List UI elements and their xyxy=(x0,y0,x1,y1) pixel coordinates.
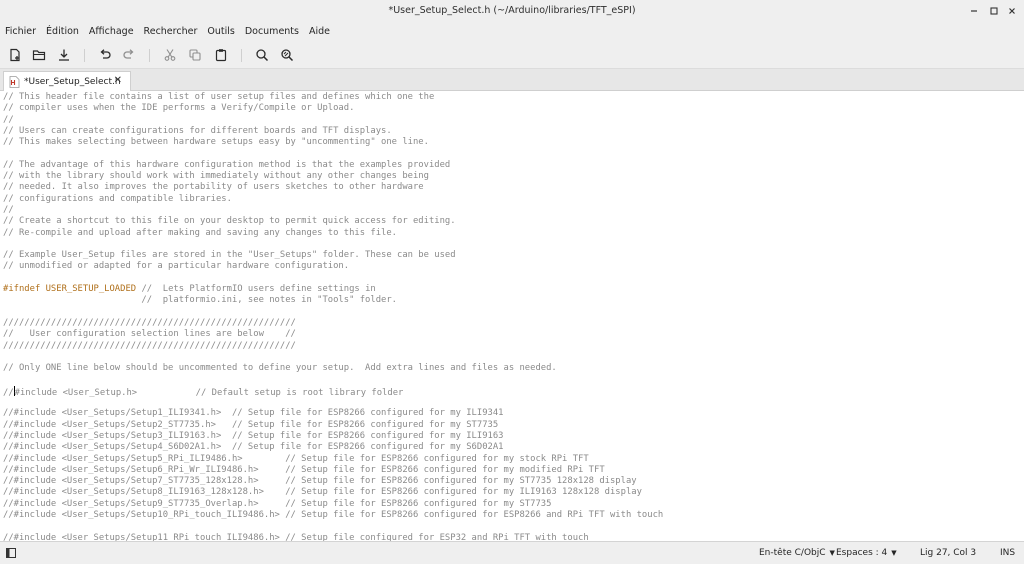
code-line: //#include <User_Setup.h> // Default set… xyxy=(3,385,404,398)
code-line: #ifndef USER_SETUP_LOADED // Lets Platfo… xyxy=(3,284,376,295)
paste-clipboard-icon[interactable] xyxy=(212,46,230,64)
code-line: // with the library should work with imm… xyxy=(3,171,429,182)
document-tab-bar: *User_Setup_Select.h ✕ xyxy=(0,69,1024,91)
toolbar-separator xyxy=(149,49,150,62)
tab-user-setup-select[interactable]: *User_Setup_Select.h ✕ xyxy=(3,71,131,91)
code-line: //#include <User_Setups/Setup3_ILI9163.h… xyxy=(3,430,504,441)
window-title: *User_Setup_Select.h (~/Arduino/librarie… xyxy=(388,5,636,16)
code-line: //#include <User_Setups/Setup1_ILI9341.h… xyxy=(3,408,504,419)
code-line: // platformio.ini, see notes in "Tools" … xyxy=(3,295,398,306)
code-line: // xyxy=(3,204,14,215)
menu-documents[interactable]: Documents xyxy=(245,26,299,37)
search-replace-icon[interactable] xyxy=(278,46,296,64)
status-bar: En-tête C/ObjC ▼ Espaces : 4 ▼ Lig 27, C… xyxy=(0,541,1024,564)
code-line: // configurations and compatible librari… xyxy=(3,193,232,204)
menu-aide[interactable]: Aide xyxy=(309,26,330,37)
code-line: //#include <User_Setups/Setup7_ST7735_12… xyxy=(3,476,637,487)
toolbar xyxy=(0,41,1024,69)
tab-close-icon[interactable]: ✕ xyxy=(114,75,122,86)
code-line: // needed. It also improves the portabil… xyxy=(3,182,424,193)
menu-rechercher[interactable]: Rechercher xyxy=(144,26,198,37)
code-line: // compiler uses when the IDE performs a… xyxy=(3,103,355,114)
code-line: // The advantage of this hardware config… xyxy=(3,159,451,170)
cursor-position: Lig 27, Col 3 xyxy=(920,548,976,558)
code-line: //#include <User_Setups/Setup11_RPi_touc… xyxy=(3,532,589,541)
cut-scissors-icon[interactable] xyxy=(161,46,179,64)
code-line: //#include <User_Setups/Setup6_RPi_Wr_IL… xyxy=(3,464,605,475)
minimize-icon[interactable] xyxy=(966,3,982,19)
language-label: En-tête C/ObjC xyxy=(759,548,826,558)
code-line: //#include <User_Setups/Setup4_S6D02A1.h… xyxy=(3,442,504,453)
code-line: // xyxy=(3,114,14,125)
insert-mode-label: INS xyxy=(1000,548,1016,558)
code-line: ////////////////////////////////////////… xyxy=(3,317,296,328)
menu-bar: Fichier Édition Affichage Rechercher Out… xyxy=(0,22,1024,41)
search-icon[interactable] xyxy=(253,46,271,64)
cursor-position-label: Lig 27, Col 3 xyxy=(920,548,977,558)
code-line: //#include <User_Setups/Setup2_ST7735.h>… xyxy=(3,419,499,430)
code-line: //#include <User_Setups/Setup10_RPi_touc… xyxy=(3,509,664,520)
toolbar-separator xyxy=(84,49,85,62)
side-panel-toggle-icon[interactable] xyxy=(6,548,16,558)
code-line: // unmodified or adapted for a particula… xyxy=(3,261,350,272)
close-window-icon[interactable] xyxy=(1004,3,1020,19)
code-line: // Only ONE line below should be uncomme… xyxy=(3,363,557,374)
chevron-down-icon: ▼ xyxy=(891,549,897,557)
code-line: // This header file contains a list of u… xyxy=(3,92,435,102)
code-line: //#include <User_Setups/Setup9_ST7735_Ov… xyxy=(3,498,552,509)
tab-label: *User_Setup_Select.h xyxy=(24,76,121,87)
indent-label: Espaces : 4 xyxy=(836,548,888,558)
chevron-down-icon: ▼ xyxy=(829,549,835,557)
menu-outils[interactable]: Outils xyxy=(207,26,234,37)
code-text[interactable]: // This header file contains a list of u… xyxy=(3,92,663,541)
save-download-icon[interactable] xyxy=(55,46,73,64)
title-bar: *User_Setup_Select.h (~/Arduino/librarie… xyxy=(0,0,1024,22)
menu-fichier[interactable]: Fichier xyxy=(5,26,36,37)
new-document-icon[interactable] xyxy=(6,46,24,64)
code-line: // This makes selecting between hardware… xyxy=(3,137,429,148)
code-editor[interactable]: // This header file contains a list of u… xyxy=(0,91,1024,541)
code-line: ////////////////////////////////////////… xyxy=(3,340,296,351)
text-cursor xyxy=(13,385,15,396)
header-file-icon xyxy=(9,75,20,88)
menu-affichage[interactable]: Affichage xyxy=(89,26,134,37)
code-line: // Create a shortcut to this file on you… xyxy=(3,216,456,227)
redo-icon[interactable] xyxy=(120,46,138,64)
code-line: // Re-compile and upload after making an… xyxy=(3,227,398,238)
copy-icon[interactable] xyxy=(186,46,204,64)
language-selector[interactable]: En-tête C/ObjC ▼ xyxy=(759,548,835,558)
code-line: // Users can create configurations for d… xyxy=(3,125,392,136)
open-folder-icon[interactable] xyxy=(30,46,48,64)
code-line: // Example User_Setup files are stored i… xyxy=(3,250,456,261)
indent-selector[interactable]: Espaces : 4 ▼ xyxy=(836,548,897,558)
code-line: //#include <User_Setups/Setup5_RPi_ILI94… xyxy=(3,453,589,464)
maximize-icon[interactable] xyxy=(986,3,1002,19)
code-line: //#include <User_Setups/Setup8_ILI9163_1… xyxy=(3,487,642,498)
code-line: // User configuration selection lines ar… xyxy=(3,329,296,340)
menu-edition[interactable]: Édition xyxy=(46,26,79,37)
insert-mode: INS xyxy=(1000,548,1015,558)
toolbar-separator xyxy=(241,49,242,62)
undo-icon[interactable] xyxy=(96,46,114,64)
